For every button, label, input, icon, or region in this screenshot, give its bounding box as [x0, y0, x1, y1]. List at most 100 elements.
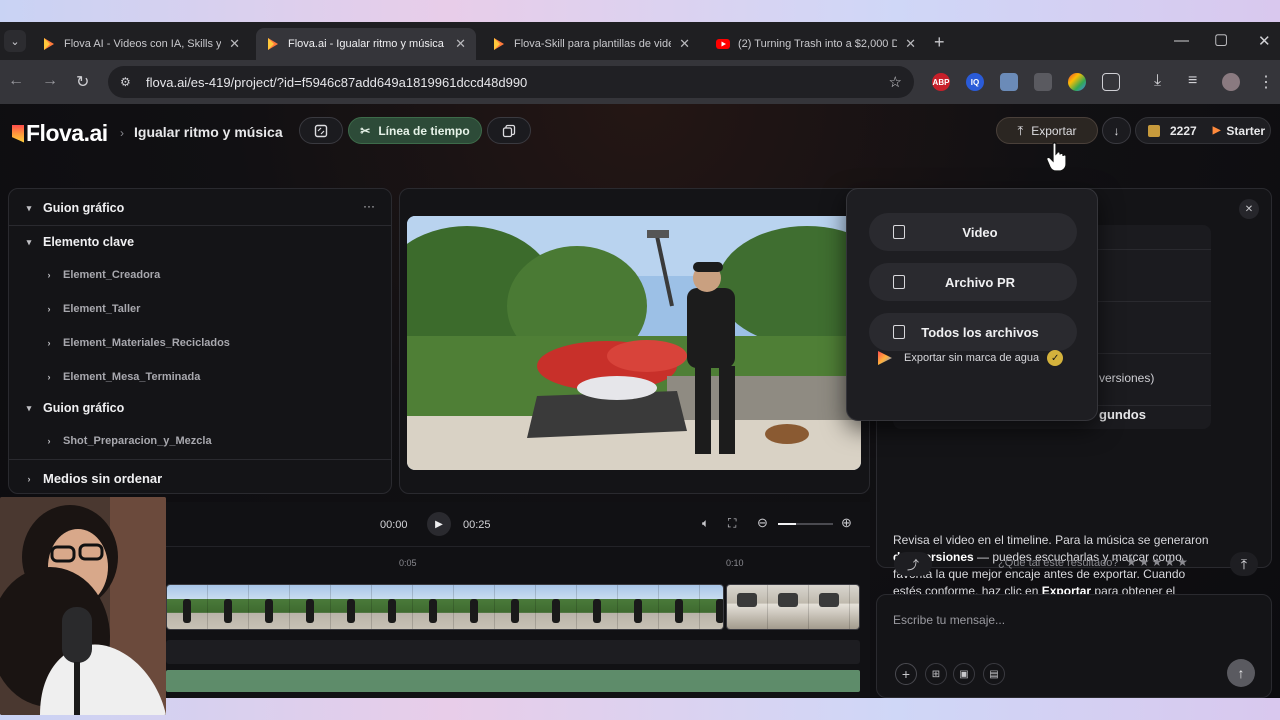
message-text: Revisa el video en el timeline. Para la …: [893, 533, 1209, 547]
profile-avatar[interactable]: [1222, 73, 1240, 91]
clip-frame: [372, 585, 413, 629]
media-queue-icon[interactable]: ≡: [1188, 72, 1197, 90]
flova-app: Flova.ai › Igualar ritmo y música ✂ Líne…: [0, 104, 1280, 698]
flova-logo-icon: [12, 124, 24, 143]
browser-window: ⌄ Flova AI - Videos con IA, Skills y flu…: [0, 22, 1280, 698]
flova-logo[interactable]: Flova.ai: [12, 120, 108, 147]
apps-grid-icon[interactable]: ⊞: [925, 663, 947, 685]
plan-label: Starter: [1226, 123, 1266, 138]
credits-badge[interactable]: 2227 ▶ Starter: [1135, 117, 1271, 144]
tab-close-icon[interactable]: ✕: [455, 36, 466, 52]
video-clip-2[interactable]: [726, 584, 860, 630]
storyboard-section-folder[interactable]: ▾ Guion gráfico: [21, 401, 125, 415]
color-extension-icon[interactable]: [1068, 73, 1086, 91]
breadcrumb-chevron-icon: ›: [120, 126, 124, 140]
tab-close-icon[interactable]: ✕: [229, 36, 240, 52]
export-no-watermark-option[interactable]: Exportar sin marca de agua ✓: [878, 350, 1064, 366]
puzzle-extensions-icon[interactable]: [1102, 73, 1120, 91]
star-icon[interactable]: ★: [1164, 555, 1177, 569]
tree-item-label: Element_Materiales_Reciclados: [63, 337, 230, 349]
copy-button[interactable]: [487, 117, 531, 144]
play-icon[interactable]: ▶: [427, 512, 451, 536]
site-settings-icon[interactable]: ⚙: [120, 75, 136, 89]
close-chat-icon[interactable]: ✕: [1239, 199, 1259, 219]
forward-icon[interactable]: →: [42, 72, 58, 90]
scroll-top-icon[interactable]: ⤒: [1230, 552, 1258, 576]
camera-extension-icon[interactable]: [1034, 73, 1052, 91]
download-button[interactable]: ↓: [1102, 117, 1131, 144]
tab-flova-project[interactable]: Flova.ai - Igualar ritmo y música ✕: [256, 28, 476, 60]
credits-count: 2227: [1170, 123, 1197, 138]
star-icon[interactable]: ★: [1177, 555, 1190, 569]
aspect-ratio-button[interactable]: [299, 117, 343, 144]
export-pr-option[interactable]: Archivo PR: [869, 263, 1077, 301]
address-bar[interactable]: ⚙ flova.ai/es-419/project/?id=f5946c87ad…: [108, 66, 914, 98]
export-button[interactable]: ⤒ Exportar: [996, 117, 1098, 144]
zoom-slider[interactable]: [778, 523, 833, 525]
star-icon[interactable]: ★: [1152, 555, 1165, 569]
unsorted-media-folder[interactable]: › Medios sin ordenar: [21, 471, 163, 486]
rating-prompt: ¿Qué tal este resultado?: [998, 557, 1119, 569]
zoom-out-icon[interactable]: ⊖: [757, 515, 768, 531]
tab-youtube[interactable]: (2) Turning Trash into a $2,000 Design ✕: [706, 28, 926, 60]
no-watermark-label: Exportar sin marca de agua: [904, 352, 1040, 364]
extension-icon[interactable]: [1000, 73, 1018, 91]
maximize-icon[interactable]: ▢: [1214, 30, 1228, 48]
clip-frame: [495, 585, 536, 629]
fullscreen-icon[interactable]: ⛶: [728, 516, 736, 531]
divider: [9, 459, 391, 460]
send-icon[interactable]: ↑: [1227, 659, 1255, 687]
volume-icon[interactable]: 🔈︎: [702, 516, 709, 531]
video-preview[interactable]: [407, 216, 861, 470]
flova-logo-icon: [494, 38, 504, 50]
tab-flova-home[interactable]: Flova AI - Videos con IA, Skills y flujo…: [32, 28, 250, 60]
storyboard-panel: ▾ Guion gráfico ··· ▾ Elemento clave › E…: [8, 188, 392, 494]
tab-close-icon[interactable]: ✕: [905, 36, 916, 52]
tab-close-icon[interactable]: ✕: [679, 36, 690, 52]
box-icon[interactable]: ▣: [953, 663, 975, 685]
storyboard-section-label: Guion gráfico: [43, 401, 125, 415]
tab-search-icon[interactable]: ⌄: [4, 30, 26, 52]
add-icon[interactable]: +: [895, 663, 917, 685]
clip-frame: [290, 585, 331, 629]
project-title[interactable]: Igualar ritmo y música: [134, 124, 283, 140]
export-video-option[interactable]: Video: [869, 213, 1077, 251]
tab-title: Flova-Skill para plantillas de video co: [514, 38, 671, 50]
timeline-button[interactable]: ✂ Línea de tiempo: [348, 117, 482, 144]
tree-item-element[interactable]: › Element_Taller: [41, 303, 141, 315]
browser-menu-icon[interactable]: ⋮: [1258, 72, 1274, 92]
pr-file-icon: [893, 275, 905, 289]
close-window-icon[interactable]: ✕: [1258, 32, 1271, 50]
tree-item-element[interactable]: › Element_Mesa_Terminada: [41, 371, 201, 383]
tree-item-shot[interactable]: › Shot_Preparacion_y_Mezcla: [41, 435, 212, 447]
minimize-icon[interactable]: —: [1174, 32, 1189, 49]
reload-icon[interactable]: ↻: [76, 72, 89, 92]
empty-track[interactable]: [166, 640, 860, 664]
video-clip-1[interactable]: [166, 584, 724, 630]
adblock-extension-icon[interactable]: ABP: [932, 73, 950, 91]
back-icon[interactable]: ←: [8, 72, 24, 90]
export-all-option[interactable]: Todos los archivos: [869, 313, 1077, 351]
chat-input-box[interactable]: Escribe tu mensaje... + ⊞ ▣ ▤ ↑: [876, 594, 1272, 698]
caret-down-icon: ▾: [26, 236, 32, 247]
clapperboard-icon[interactable]: ▤: [983, 663, 1005, 685]
share-icon[interactable]: ⤴: [894, 552, 932, 576]
zoom-in-icon[interactable]: ⊕: [841, 515, 852, 531]
new-tab-icon[interactable]: +: [934, 32, 945, 53]
tab-flova-skill[interactable]: Flova-Skill para plantillas de video co …: [482, 28, 700, 60]
hand-cursor-icon: [1046, 142, 1067, 172]
more-options-icon[interactable]: ···: [363, 199, 375, 213]
rating-stars[interactable]: ★★★★★: [1126, 555, 1190, 569]
star-icon[interactable]: ★: [1139, 555, 1152, 569]
audio-track-clip[interactable]: [166, 670, 860, 692]
tree-item-element[interactable]: › Element_Creadora: [41, 269, 161, 281]
clip-frame: [249, 585, 290, 629]
tree-item-element[interactable]: › Element_Materiales_Reciclados: [41, 337, 230, 349]
key-element-folder[interactable]: ▾ Elemento clave: [21, 235, 134, 249]
star-icon[interactable]: ★: [1126, 555, 1139, 569]
bookmark-star-icon[interactable]: ☆: [889, 73, 902, 91]
clip-frame: [809, 585, 850, 629]
download-icon[interactable]: ⤓: [1154, 72, 1161, 90]
iq-extension-icon[interactable]: IQ: [966, 73, 984, 91]
storyboard-header[interactable]: ▾ Guion gráfico: [21, 201, 125, 215]
